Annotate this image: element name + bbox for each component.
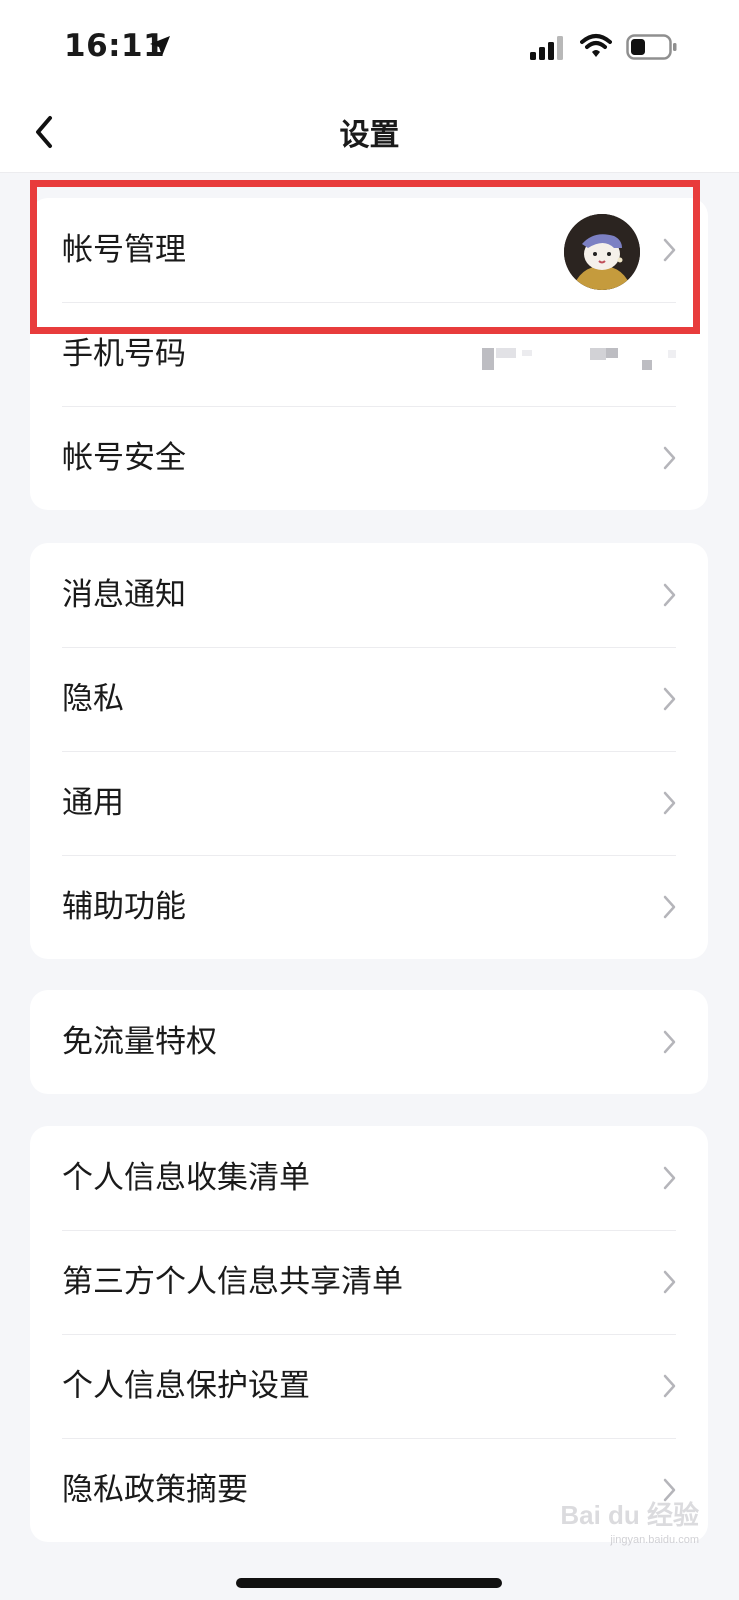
page-title: 设置 — [339, 118, 400, 153]
settings-item-info-protection-settings[interactable]: 个人信息保护设置 — [30, 1334, 708, 1438]
settings-item-label: 隐私政策摘要 — [62, 1472, 248, 1508]
chevron-right-icon — [663, 1270, 676, 1294]
settings-item-label: 隐私 — [62, 681, 124, 717]
signal-icon — [530, 36, 563, 60]
settings-item-label: 帐号安全 — [62, 440, 186, 476]
masked-phone-value — [482, 348, 676, 370]
nav-bar: 设置 — [0, 92, 739, 173]
chevron-right-icon — [663, 1030, 676, 1054]
settings-item-accessibility[interactable]: 辅助功能 — [30, 855, 708, 959]
settings-group-data-free: 免流量特权 — [30, 990, 708, 1094]
chevron-right-icon — [663, 238, 676, 262]
avatar — [564, 214, 640, 290]
settings-item-label: 免流量特权 — [62, 1024, 217, 1060]
settings-item-label: 第三方个人信息共享清单 — [62, 1264, 403, 1300]
settings-item-privacy[interactable]: 隐私 — [30, 647, 708, 751]
settings-item-label: 手机号码 — [62, 336, 186, 372]
settings-item-phone-number[interactable]: 手机号码 — [30, 302, 708, 406]
home-indicator[interactable] — [236, 1578, 502, 1588]
chevron-right-icon — [663, 895, 676, 919]
settings-item-label: 通用 — [62, 785, 124, 821]
settings-group-personal-info: 个人信息收集清单 第三方个人信息共享清单 个人信息保护设置 隐私政策摘要 — [30, 1126, 708, 1542]
chevron-right-icon — [663, 446, 676, 470]
settings-item-third-party-sharing-list[interactable]: 第三方个人信息共享清单 — [30, 1230, 708, 1334]
watermark-url: jingyan.baidu.com — [610, 1534, 699, 1546]
settings-item-general[interactable]: 通用 — [30, 751, 708, 855]
settings-item-label: 辅助功能 — [62, 889, 186, 925]
chevron-right-icon — [663, 1166, 676, 1190]
settings-item-label: 个人信息保护设置 — [62, 1368, 310, 1404]
settings-item-label: 消息通知 — [62, 577, 186, 613]
settings-item-info-collection-list[interactable]: 个人信息收集清单 — [30, 1126, 708, 1230]
settings-item-account-security[interactable]: 帐号安全 — [30, 406, 708, 510]
battery-icon — [626, 34, 677, 60]
chevron-right-icon — [663, 687, 676, 711]
settings-item-data-free-privilege[interactable]: 免流量特权 — [30, 990, 708, 1094]
chevron-right-icon — [663, 1374, 676, 1398]
chevron-right-icon — [663, 583, 676, 607]
settings-item-notifications[interactable]: 消息通知 — [30, 543, 708, 647]
settings-group-account: 帐号管理 手机号码 帐号安全 — [30, 198, 708, 510]
status-bar: 16:11 — [0, 0, 739, 92]
settings-item-label: 帐号管理 — [62, 232, 186, 268]
settings-group-general: 消息通知 隐私 通用 辅助功能 — [30, 543, 708, 959]
chevron-right-icon — [663, 791, 676, 815]
watermark-text: Bai du 经验 — [560, 1500, 699, 1530]
settings-item-label: 个人信息收集清单 — [62, 1160, 310, 1196]
wifi-icon — [580, 34, 612, 57]
settings-item-account-management[interactable]: 帐号管理 — [30, 198, 708, 302]
location-arrow-icon — [150, 36, 170, 56]
